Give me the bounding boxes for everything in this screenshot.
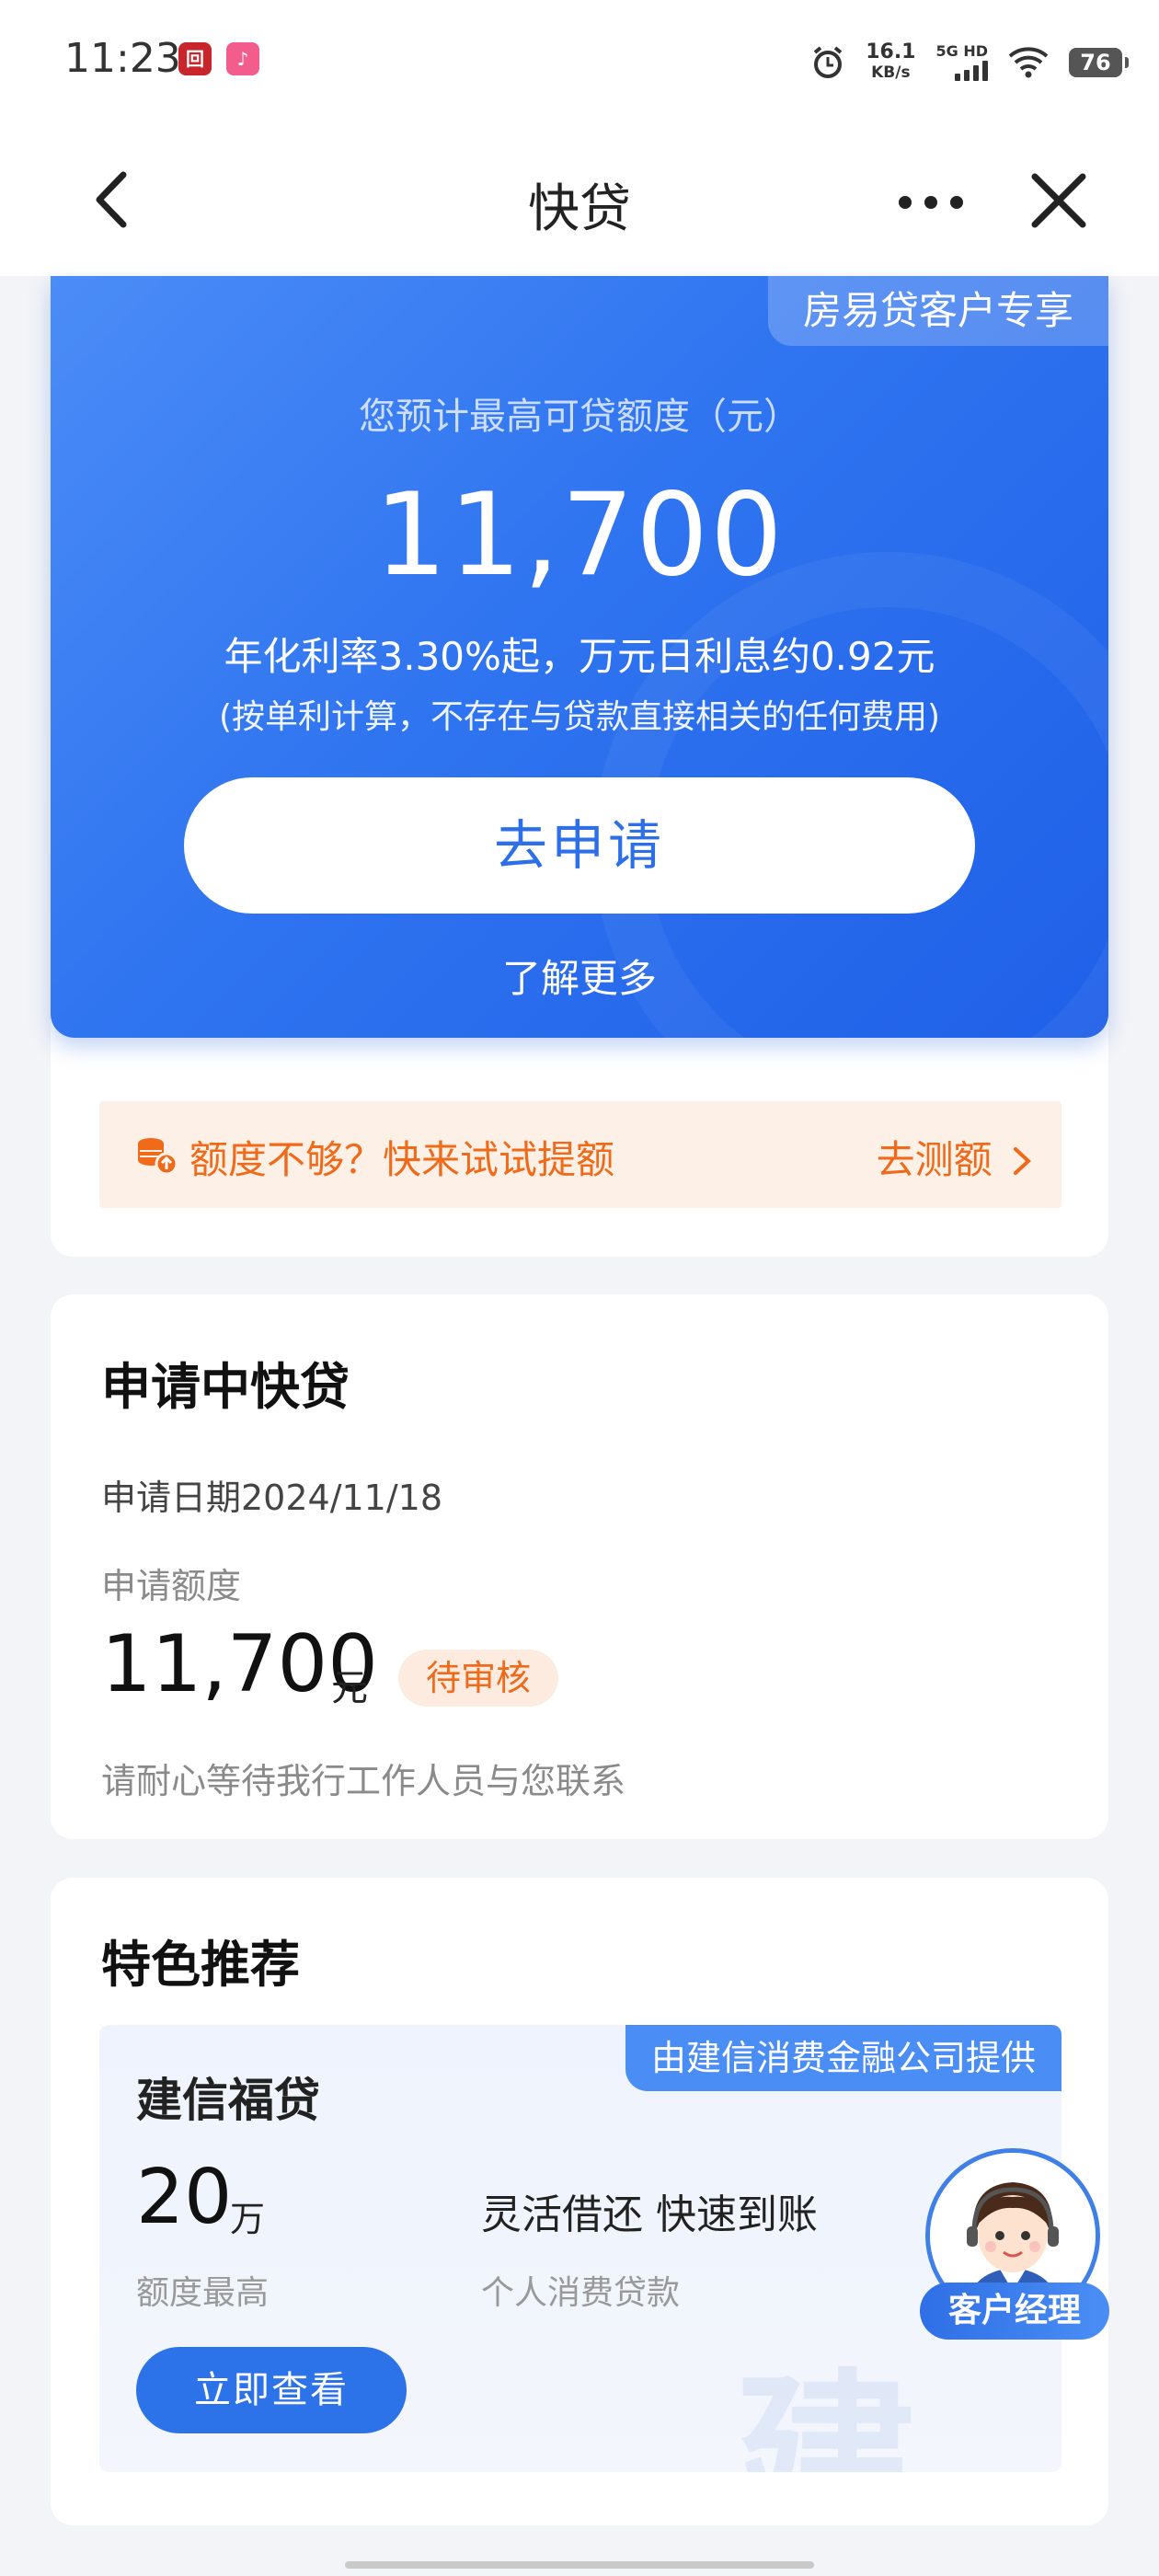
quota-label: 额度最高 <box>136 2274 270 2312</box>
quota-unit: 万 <box>230 2199 266 2239</box>
application-date: 申请日期2024/11/18 <box>101 1478 443 1518</box>
more-icon[interactable] <box>894 184 968 221</box>
test-quota-link[interactable]: 去测额 <box>877 1129 1034 1185</box>
signal-indicator: 5G HD <box>935 44 988 81</box>
battery-icon: 76 <box>1069 48 1129 77</box>
quota-amount: 11,700 <box>374 469 785 602</box>
home-indicator[interactable] <box>345 2561 814 2569</box>
interest-rate: 年化利率3.30%起，万元日利息约0.92元 <box>224 634 935 679</box>
quota-value: 20 <box>136 2154 233 2241</box>
provider-tag: 由建信消费金融公司提供 <box>625 2025 1061 2091</box>
customer-manager-button[interactable]: 客户经理 <box>920 2148 1113 2351</box>
status-icons: 16.1 KB/s 5G HD 76 <box>810 37 1129 88</box>
nav-bar: 快贷 <box>0 129 1159 276</box>
customer-manager-label: 客户经理 <box>920 2283 1109 2340</box>
status-time: 11:23 <box>64 35 181 82</box>
watermark-decoration: 建 <box>734 2353 919 2472</box>
learn-more-link[interactable]: 了解更多 <box>51 948 1108 1004</box>
page-title: 快贷 <box>528 179 631 239</box>
coins-icon <box>138 1138 178 1176</box>
alarm-icon <box>813 46 843 78</box>
product-name: 建信福贷 <box>136 2074 320 2127</box>
raise-quota-text: 额度不够？快来试试提额 <box>189 1137 615 1182</box>
application-amount-label: 申请额度 <box>101 1566 242 1606</box>
apply-button[interactable]: 去申请 <box>184 777 975 914</box>
product-type: 个人消费贷款 <box>481 2274 681 2312</box>
signal-bars-icon <box>955 59 988 81</box>
bank-app-icon: 回 <box>178 42 212 75</box>
product-feature: 灵活借还 快速到账 <box>481 2191 818 2238</box>
close-icon[interactable] <box>1026 167 1092 234</box>
exclusive-tag: 房易贷客户专享 <box>767 276 1108 346</box>
status-bar: 11:23 回 ♪ 16.1 KB/s 5G HD 76 <box>0 0 1159 129</box>
chevron-right-icon <box>1014 1147 1031 1175</box>
view-now-button[interactable]: 立即查看 <box>136 2347 407 2433</box>
application-amount-unit: 元 <box>331 1667 368 1709</box>
interest-note: (按单利计算，不存在与贷款直接相关的任何费用) <box>218 698 941 736</box>
quota-card: 房易贷客户专享 您预计最高可贷额度（元） 11,700 年化利率3.30%起，万… <box>51 276 1108 1038</box>
bilibili-app-icon: ♪ <box>226 42 259 75</box>
recommend-title: 特色推荐 <box>101 1936 300 1994</box>
net-speed: 16.1 KB/s <box>866 40 916 83</box>
raise-quota-banner[interactable]: 额度不够？快来试试提额 去测额 <box>99 1101 1061 1208</box>
application-title: 申请中快贷 <box>101 1358 350 1416</box>
product-card[interactable]: 建 由建信消费金融公司提供 建信福贷 20 万 额度最高 灵活借还 快速到账 个… <box>99 2025 1061 2472</box>
wifi-icon <box>1008 47 1049 78</box>
status-badge: 待审核 <box>398 1650 559 1707</box>
quota-subtitle: 您预计最高可贷额度（元） <box>359 396 800 438</box>
application-hint: 请耐心等待我行工作人员与您联系 <box>101 1761 626 1801</box>
application-card: 申请中快贷 申请日期2024/11/18 申请额度 11,700 元 待审核 请… <box>51 1294 1108 1839</box>
